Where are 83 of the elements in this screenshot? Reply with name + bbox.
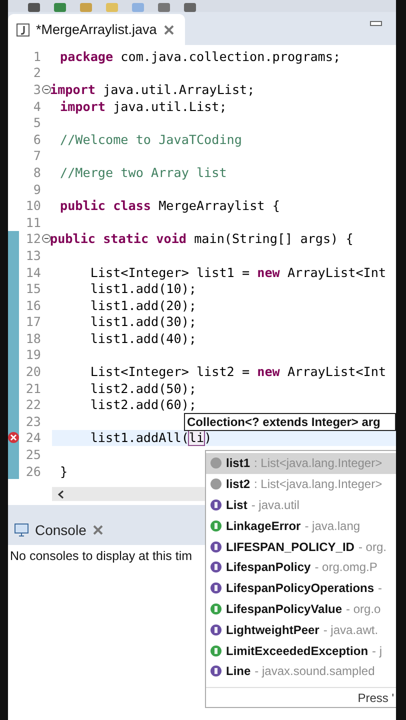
toolbar-icon[interactable] xyxy=(158,3,170,12)
line-number: 16 xyxy=(24,298,41,313)
code-line: //Welcome to JavaTCoding xyxy=(60,132,242,147)
code-line: import java.util.ArrayList; xyxy=(50,82,255,97)
line-number: 5 xyxy=(32,115,41,130)
code-line: import java.util.List; xyxy=(60,98,227,114)
completion-item[interactable]: LinkageError - java.lang xyxy=(206,515,396,536)
fold-icon[interactable] xyxy=(42,84,51,94)
completion-item[interactable]: List - java.util xyxy=(206,494,396,516)
code-line: List<Integer> list2 = new ArrayList<Int xyxy=(89,364,386,380)
interface-icon xyxy=(210,561,222,574)
line-number: 22 xyxy=(24,397,41,412)
code-line: list1.add(10); xyxy=(89,281,196,296)
popup-hint: Press ' xyxy=(358,690,394,704)
code-line: list2.add(50); xyxy=(89,380,196,396)
line-number: 8 xyxy=(32,164,41,180)
line-number: 6 xyxy=(32,132,41,147)
completion-item[interactable]: Line - javax.sound.sampled xyxy=(206,660,396,682)
completion-item[interactable]: LifespanPolicyValue - org.o xyxy=(206,598,396,620)
line-number: 1 xyxy=(32,48,41,64)
line-number: 2 xyxy=(32,65,41,80)
line-number: 25 xyxy=(24,447,41,462)
completion-item[interactable]: LIFESPAN_POLICY_ID - org. xyxy=(206,536,396,557)
code-line: package com.java.collection.programs; xyxy=(60,48,341,64)
line-number: 15 xyxy=(24,281,41,296)
completion-item[interactable]: LifespanPolicyOperations - xyxy=(206,578,396,599)
fold-icon[interactable] xyxy=(42,234,51,244)
completion-item[interactable]: list1 : List<java.lang.Integer> xyxy=(206,453,396,474)
line-number: 3 xyxy=(32,82,41,97)
interface-icon xyxy=(210,582,222,594)
line-number: 13 xyxy=(24,248,41,263)
code-line: //Merge two Array list xyxy=(60,164,227,180)
completion-item[interactable]: LimitExceededException - j xyxy=(206,640,396,661)
code-line: } xyxy=(60,464,68,479)
code-line: public class MergeArraylist { xyxy=(60,198,280,214)
scroll-left-icon[interactable] xyxy=(58,490,64,498)
line-number: 26 xyxy=(24,464,41,479)
code-line: public static void main(String[] args) { xyxy=(50,231,354,246)
line-number: 24 xyxy=(24,430,41,446)
editor-tab[interactable]: *MergeArraylist.java xyxy=(8,14,185,45)
line-number: 11 xyxy=(24,214,41,230)
java-file-icon xyxy=(16,22,30,36)
completion-item[interactable]: list2 : List<java.lang.Integer> xyxy=(206,474,396,495)
line-number: 20 xyxy=(24,364,41,380)
line-number: 23 xyxy=(24,414,41,429)
code-line: list1.add(20); xyxy=(89,298,196,313)
interface-icon xyxy=(210,665,222,678)
line-number: 17 xyxy=(24,314,41,330)
toolbar-icon[interactable] xyxy=(28,3,40,12)
line-number: 21 xyxy=(24,380,41,396)
line-number: 10 xyxy=(24,198,41,214)
monitor-icon xyxy=(14,523,29,537)
console-tab-label: Console xyxy=(35,522,86,538)
variable-icon xyxy=(210,457,222,470)
completion-item[interactable]: LightweightPeer - java.awt. xyxy=(206,619,396,640)
code-line: List<Integer> list1 = new ArrayList<Int xyxy=(89,264,386,280)
line-number: 9 xyxy=(32,182,41,197)
toolbar-icon[interactable] xyxy=(184,3,196,12)
line-number: 18 xyxy=(24,330,41,346)
interface-icon xyxy=(210,540,222,553)
class-icon xyxy=(210,602,222,615)
close-icon[interactable] xyxy=(92,524,104,536)
line-number: 14 xyxy=(24,264,41,280)
line-number: 4 xyxy=(32,98,41,114)
code-line: list1.add(30); xyxy=(89,314,196,330)
interface-icon xyxy=(210,498,222,511)
class-icon xyxy=(210,644,222,657)
console-message: No consoles to display at this tim xyxy=(10,549,192,563)
interface-icon xyxy=(210,624,222,636)
parameter-tooltip: Collection<? extends Integer> arg xyxy=(184,413,396,431)
tab-title: *MergeArraylist.java xyxy=(36,22,157,37)
code-line: list1.add(40); xyxy=(89,330,196,346)
line-number: 19 xyxy=(24,347,41,362)
line-number: 12 xyxy=(24,231,41,246)
class-icon xyxy=(210,520,222,532)
line-number: 7 xyxy=(32,148,41,164)
minimize-icon[interactable] xyxy=(370,21,382,27)
toolbar-icon[interactable] xyxy=(54,3,66,12)
close-icon[interactable] xyxy=(162,24,175,36)
variable-icon xyxy=(210,478,222,490)
completion-item[interactable]: LifespanPolicy - org.omg.P xyxy=(206,556,396,578)
code-line: list1.addAll(li) xyxy=(89,430,212,446)
code-line: list2.add(60); xyxy=(89,397,196,412)
